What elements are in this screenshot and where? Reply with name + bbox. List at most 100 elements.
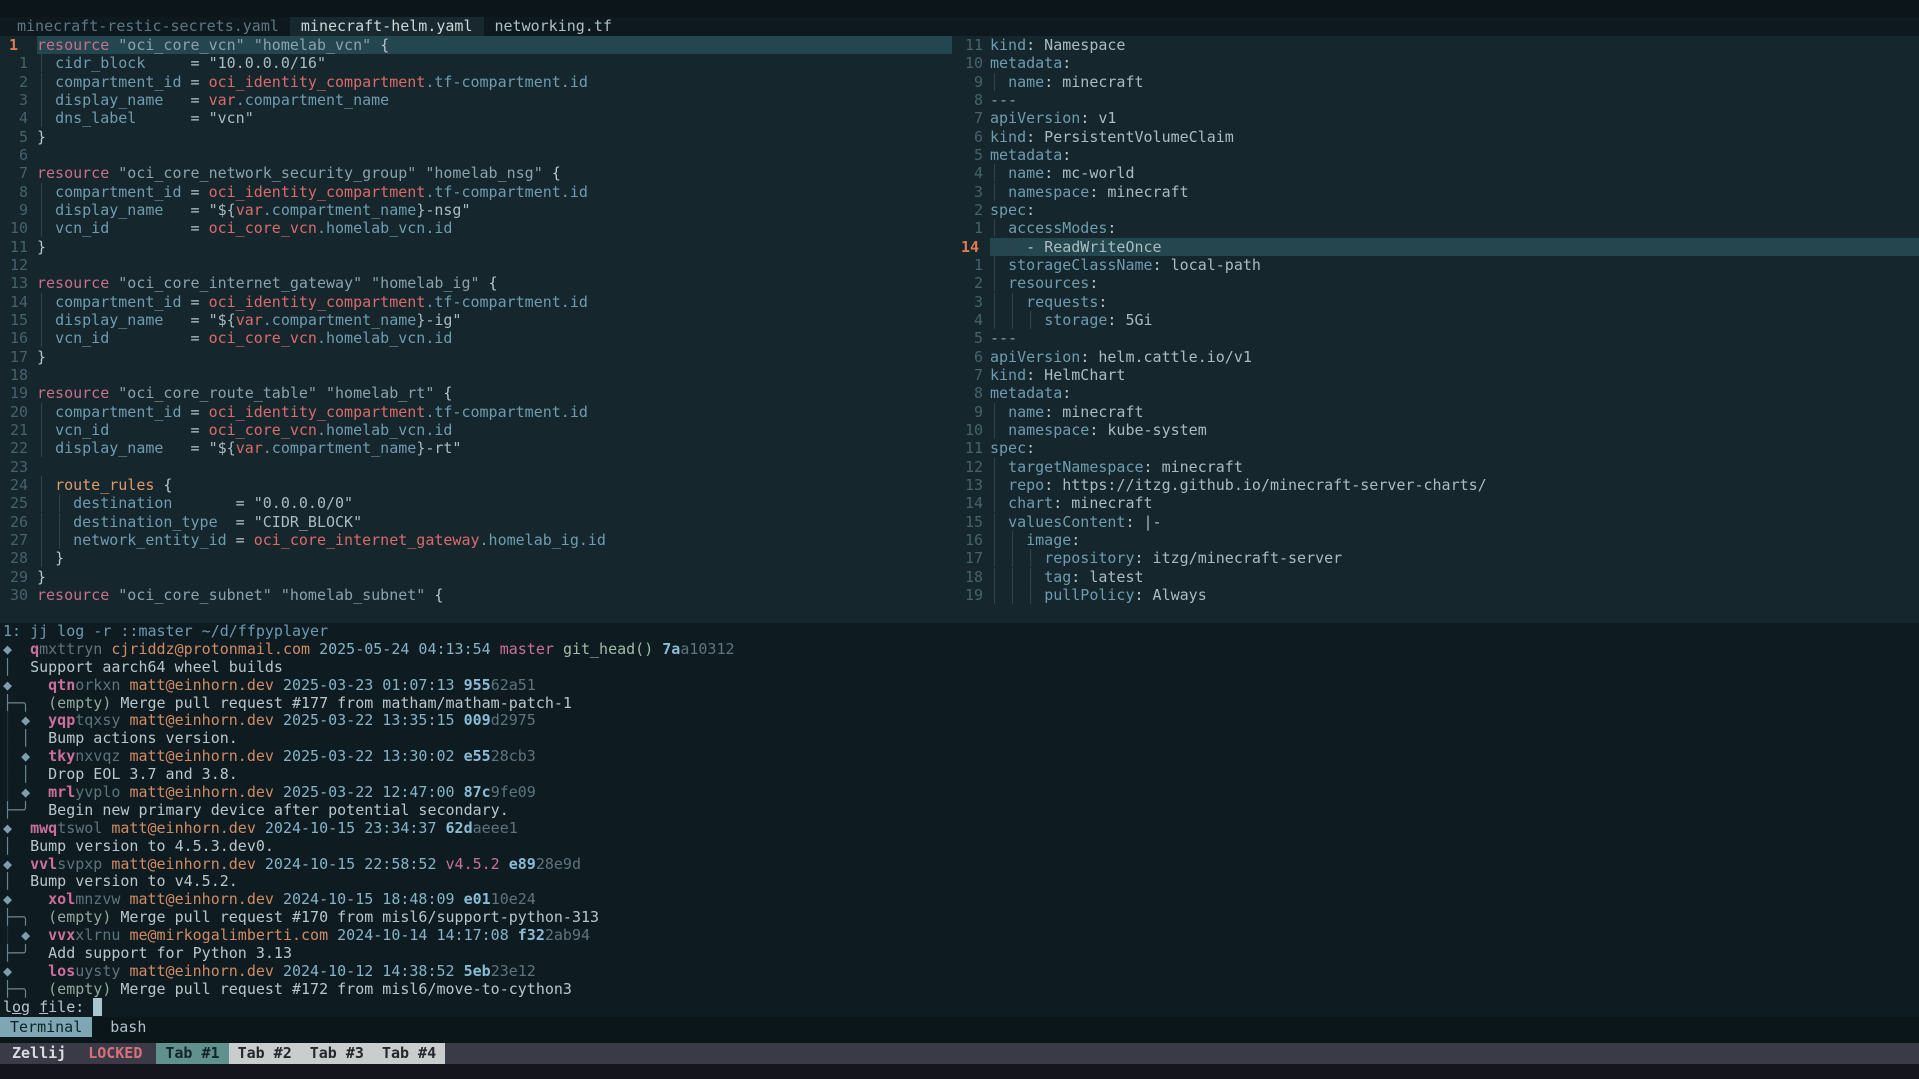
code-row[interactable]: 10│ namespace: kube-system: [952, 421, 1919, 439]
code-row-cursorline[interactable]: 1resource "oci_core_vcn" "homelab_vcn" {: [0, 36, 952, 54]
code-row[interactable]: 9│ display_name = "${var.compartment_nam…: [0, 201, 952, 219]
helix-editor: 1resource "oci_core_vcn" "homelab_vcn" {…: [0, 36, 1919, 623]
code-row[interactable]: 12: [0, 256, 952, 274]
code-row[interactable]: 6kind: PersistentVolumeClaim: [952, 128, 1919, 146]
code-row[interactable]: 17}: [0, 348, 952, 366]
line-number: 22: [0, 439, 28, 457]
buffer-tab-minecraft-helm.yaml[interactable]: minecraft-helm.yaml: [290, 17, 484, 36]
line-number: 19: [0, 384, 28, 402]
code-row[interactable]: 24│ route_rules {: [0, 476, 952, 494]
zellij-tab-list: Tab #1Tab #2Tab #3Tab #4: [156, 1043, 445, 1064]
line-number: 7: [952, 366, 983, 384]
code-row[interactable]: 15│ display_name = "${var.compartment_na…: [0, 311, 952, 329]
code-row[interactable]: 13resource "oci_core_internet_gateway" "…: [0, 274, 952, 292]
pane-tab-bash[interactable]: bash: [110, 1018, 146, 1036]
code-row[interactable]: 26│ │ destination_type = "CIDR_BLOCK": [0, 513, 952, 531]
bottom-strip: [0, 1064, 1919, 1079]
code-row[interactable]: 20│ compartment_id = oci_identity_compar…: [0, 403, 952, 421]
code-row[interactable]: 8│ compartment_id = oci_identity_compart…: [0, 183, 952, 201]
code-row[interactable]: 7kind: HelmChart: [952, 366, 1919, 384]
code-row[interactable]: 15│ valuesContent: |-: [952, 513, 1919, 531]
code-row[interactable]: 9│ name: minecraft: [952, 73, 1919, 91]
code-row[interactable]: 1│ cidr_block = "10.0.0.0/16": [0, 54, 952, 72]
code-row[interactable]: 11kind: Namespace: [952, 36, 1919, 54]
code-row[interactable]: 2│ compartment_id = oci_identity_compart…: [0, 73, 952, 91]
code-row[interactable]: 4│ │ │ storage: 5Gi: [952, 311, 1919, 329]
code-row[interactable]: 7apiVersion: v1: [952, 109, 1919, 127]
code-row[interactable]: 1│ storageClassName: local-path: [952, 256, 1919, 274]
buffer-tab-networking.tf[interactable]: networking.tf: [484, 17, 623, 36]
code-row[interactable]: 17│ │ │ repository: itzg/minecraft-serve…: [952, 549, 1919, 567]
code-row[interactable]: 10│ vcn_id = oci_core_vcn.homelab_vcn.id: [0, 219, 952, 237]
code-row[interactable]: 23: [0, 458, 952, 476]
code-row[interactable]: 18│ │ │ tag: latest: [952, 568, 1919, 586]
code-row[interactable]: 19│ │ │ pullPolicy: Always: [952, 586, 1919, 604]
line-number: 14: [0, 293, 28, 311]
buffer-tab-minecraft-restic-secrets.yaml[interactable]: minecraft-restic-secrets.yaml: [6, 17, 290, 36]
line-number: 5: [952, 146, 983, 164]
code-row[interactable]: 9│ name: minecraft: [952, 403, 1919, 421]
code-row[interactable]: 6: [0, 146, 952, 164]
terminal-pane[interactable]: 1: jj log -r ::master ~/d/ffpyplayer◆ qm…: [0, 623, 1919, 1017]
line-number: 9: [952, 73, 983, 91]
code-row[interactable]: 3│ namespace: minecraft: [952, 183, 1919, 201]
line-number: 11: [952, 439, 983, 457]
line-number: 12: [952, 458, 983, 476]
code-row[interactable]: 13│ repo: https://itzg.github.io/minecra…: [952, 476, 1919, 494]
terminal-row: │ Support aarch64 wheel builds: [3, 659, 1919, 677]
terminal-row: │ ◆ mrlyvplo matt@einhorn.dev 2025-03-22…: [3, 784, 1919, 802]
code-row[interactable]: 3│ display_name = var.compartment_name: [0, 91, 952, 109]
code-row[interactable]: 3│ │ requests:: [952, 293, 1919, 311]
code-row[interactable]: 29}: [0, 568, 952, 586]
code-row[interactable]: 12│ targetNamespace: minecraft: [952, 458, 1919, 476]
line-number: 17: [0, 348, 28, 366]
code-row[interactable]: 6apiVersion: helm.cattle.io/v1: [952, 348, 1919, 366]
line-number: 14: [952, 494, 983, 512]
code-row[interactable]: 11}: [0, 238, 952, 256]
pane-tab-terminal[interactable]: Terminal: [0, 1017, 92, 1037]
code-row[interactable]: 4│ name: mc-world: [952, 164, 1919, 182]
terminal-row: ◆ qtnorkxn matt@einhorn.dev 2025-03-23 0…: [3, 677, 1919, 695]
terminal-row: ◆ qmxttryn cjriddz@protonmail.com 2025-0…: [3, 641, 1919, 659]
zellij-tab-tab-4[interactable]: Tab #4: [373, 1043, 445, 1064]
zellij-tab-tab-2[interactable]: Tab #2: [229, 1043, 301, 1064]
code-row[interactable]: 5}: [0, 128, 952, 146]
code-row[interactable]: 2spec:: [952, 201, 1919, 219]
code-row[interactable]: 5---: [952, 329, 1919, 347]
code-row-cursorline[interactable]: 14│ │ - ReadWriteOnce: [952, 238, 1919, 256]
line-number: 16: [952, 531, 983, 549]
code-row[interactable]: 27│ │ network_entity_id = oci_core_inter…: [0, 531, 952, 549]
code-row[interactable]: 28│ }: [0, 549, 952, 567]
code-row[interactable]: 4│ dns_label = "vcn": [0, 109, 952, 127]
code-row[interactable]: 21│ vcn_id = oci_core_vcn.homelab_vcn.id: [0, 421, 952, 439]
code-row[interactable]: 8---: [952, 91, 1919, 109]
line-number: 17: [952, 549, 983, 567]
code-row[interactable]: 19resource "oci_core_route_table" "homel…: [0, 384, 952, 402]
editor-pane-networking-tf[interactable]: 1resource "oci_core_vcn" "homelab_vcn" {…: [0, 36, 952, 623]
line-number: 18: [952, 568, 983, 586]
line-number: 4: [952, 164, 983, 182]
line-number: 10: [0, 219, 28, 237]
code-row[interactable]: 14│ compartment_id = oci_identity_compar…: [0, 293, 952, 311]
code-row[interactable]: 18: [0, 366, 952, 384]
code-row[interactable]: 30resource "oci_core_subnet" "homelab_su…: [0, 586, 952, 604]
code-row[interactable]: 11spec:: [952, 439, 1919, 457]
code-row[interactable]: 7resource "oci_core_network_security_gro…: [0, 164, 952, 182]
code-row[interactable]: 16│ │ image:: [952, 531, 1919, 549]
zellij-tab-tab-3[interactable]: Tab #3: [301, 1043, 373, 1064]
code-row[interactable]: 5metadata:: [952, 146, 1919, 164]
code-row[interactable]: 2│ resources:: [952, 274, 1919, 292]
code-row[interactable]: 25│ │ destination = "0.0.0.0/0": [0, 494, 952, 512]
code-row[interactable]: 1│ accessModes:: [952, 219, 1919, 237]
line-number: 3: [0, 91, 28, 109]
code-row[interactable]: 8metadata:: [952, 384, 1919, 402]
code-row[interactable]: 10metadata:: [952, 54, 1919, 72]
line-number: 9: [952, 403, 983, 421]
code-row[interactable]: 14│ chart: minecraft: [952, 494, 1919, 512]
code-row[interactable]: 22│ display_name = "${var.compartment_na…: [0, 439, 952, 457]
editor-pane-minecraft-helm[interactable]: 11kind: Namespace10metadata:9│ name: min…: [952, 36, 1919, 623]
zellij-tab-tab-1[interactable]: Tab #1: [156, 1043, 228, 1064]
line-number: 2: [952, 274, 983, 292]
line-number: 28: [0, 549, 28, 567]
code-row[interactable]: 16│ vcn_id = oci_core_vcn.homelab_vcn.id: [0, 329, 952, 347]
